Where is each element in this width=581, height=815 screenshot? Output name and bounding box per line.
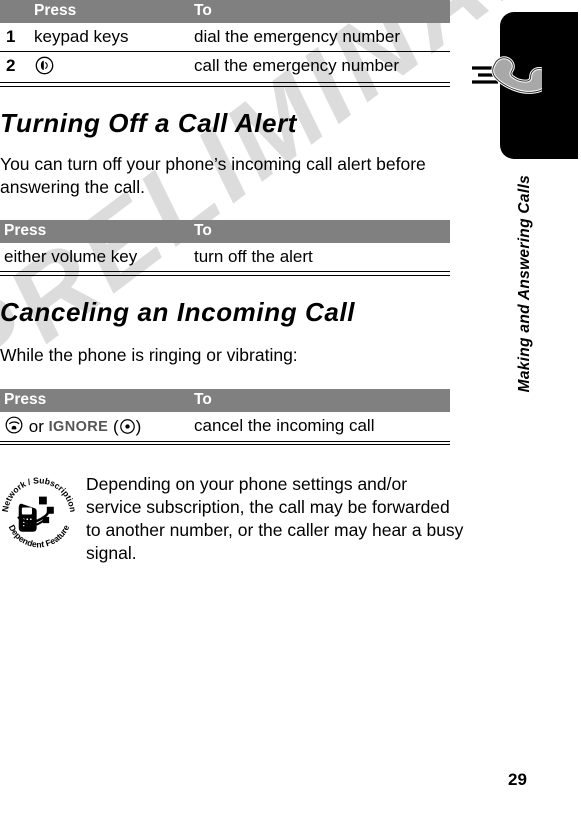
softkey-label-ignore: IGNORE — [48, 418, 109, 435]
manual-page: PRELIMINARY Press To 1 keypad keys dial … — [0, 0, 581, 815]
table-row: 1 keypad keys dial the emergency number — [0, 22, 450, 53]
column-header-press: Press — [30, 0, 190, 23]
table-header: Press To — [0, 220, 450, 243]
softkey-paren-close: ) — [135, 416, 142, 436]
column-header-step — [0, 0, 30, 23]
press-cell: keypad keys — [30, 22, 190, 53]
to-cell: cancel the incoming call — [190, 411, 450, 442]
table-header-row: Press To — [0, 220, 450, 243]
center-select-key-icon — [119, 418, 136, 435]
column-header-to: To — [190, 388, 450, 412]
to-cell: turn off the alert — [190, 243, 450, 273]
section-body-canceling-an-incoming-call: While the phone is ringing or vibrating: — [0, 345, 298, 366]
page-content: Press To 1 keypad keys dial the emergenc… — [0, 0, 463, 564]
press-conjunction: or — [28, 416, 44, 436]
chapter-sidebar: Making and Answering Calls 29 — [470, 0, 581, 815]
phone-handset-ringing-icon — [470, 48, 551, 110]
column-header-press: Press — [0, 388, 190, 412]
table-row: 2 call the emergency number — [0, 51, 450, 84]
column-header-press: Press — [0, 220, 190, 243]
step-number: 1 — [0, 22, 30, 53]
section-heading-canceling-an-incoming-call: Canceling an Incoming Call — [0, 296, 356, 327]
section-heading-turning-off-a-call-alert: Turning Off a Call Alert — [0, 107, 298, 138]
note-block: Network / Subscription Dependent Feature — [0, 469, 470, 564]
press-cell — [30, 51, 190, 84]
table-body: or IGNORE () cancel the incoming call — [0, 411, 450, 442]
table-header: Press To — [0, 0, 450, 23]
note-text: Depending on your phone settings and/or … — [86, 474, 464, 563]
cancel-incoming-call-table: Press To or IGNORE () cancel the incomi… — [0, 388, 450, 442]
table-body: 1 keypad keys dial the emergency number … — [0, 22, 450, 84]
table-row: either volume key turn off the alert — [0, 243, 450, 273]
chapter-title: Making and Answering Calls — [516, 175, 533, 393]
table-header-row: Press To — [0, 0, 450, 23]
table-row: or IGNORE () cancel the incoming call — [0, 411, 450, 442]
svg-text:Network / Subscription: Network / Subscription — [0, 476, 78, 514]
press-cell: either volume key — [0, 243, 190, 273]
step-number: 2 — [0, 51, 30, 84]
network-subscription-dependent-feature-icon: Network / Subscription Dependent Feature — [0, 471, 78, 555]
end-key-icon — [4, 415, 24, 435]
to-cell: call the emergency number — [190, 51, 450, 84]
table-header: Press To — [0, 388, 450, 412]
table-header-row: Press To — [0, 388, 450, 412]
column-header-to: To — [190, 220, 450, 243]
column-header-to: To — [190, 0, 450, 23]
press-cell: or IGNORE () — [0, 411, 190, 442]
table-body: either volume key turn off the alert — [0, 243, 450, 273]
section-body-turning-off-a-call-alert: You can turn off your phone’s incoming c… — [0, 154, 426, 197]
page-number: 29 — [508, 770, 527, 789]
svg-text:Dependent Feature: Dependent Feature — [7, 523, 72, 549]
turn-off-alert-table: Press To either volume key turn off the … — [0, 220, 450, 273]
to-cell: dial the emergency number — [190, 22, 450, 53]
emergency-call-table: Press To 1 keypad keys dial the emergenc… — [0, 0, 450, 84]
send-key-icon — [34, 55, 55, 76]
